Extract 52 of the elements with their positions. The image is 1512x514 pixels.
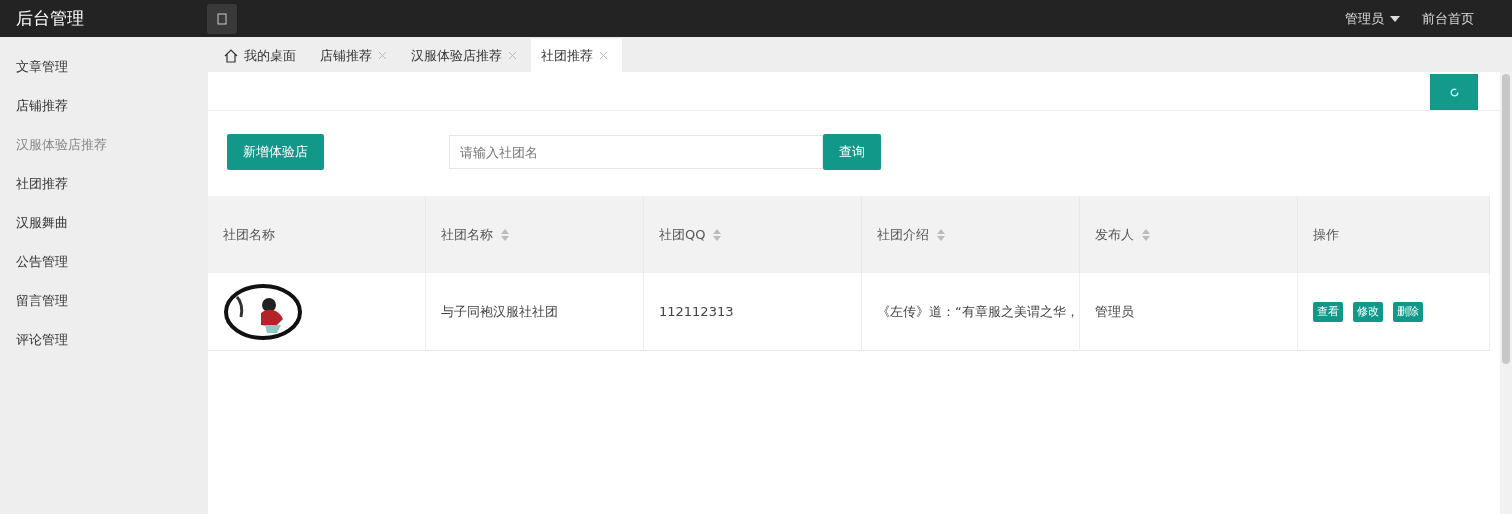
table-cell: 《左传》道：“有章服之美谓之华， — [862, 273, 1080, 351]
home-link[interactable]: 前台首页 — [1422, 9, 1474, 28]
close-icon[interactable] — [508, 51, 517, 60]
column-title: 操作 — [1313, 225, 1339, 244]
home-icon — [224, 48, 238, 63]
action-button[interactable]: 查看 — [1313, 301, 1343, 322]
sort-icon[interactable] — [1142, 228, 1150, 241]
tab[interactable]: 店铺推荐 — [310, 39, 401, 72]
sidebar-item[interactable]: 店铺推荐 — [0, 86, 208, 125]
sidebar-item[interactable]: 汉服舞曲 — [0, 203, 208, 242]
refresh-button[interactable] — [1430, 74, 1478, 110]
sidebar-item[interactable]: 公告管理 — [0, 242, 208, 281]
caret-icon — [1390, 15, 1400, 22]
refresh-icon — [1449, 87, 1459, 97]
tab-label: 社团推荐 — [541, 46, 593, 65]
sort-icon[interactable] — [501, 228, 509, 241]
sidebar-item[interactable]: 留言管理 — [0, 281, 208, 320]
search-field[interactable]: 请输入社团名 — [449, 135, 823, 169]
tab-label: 我的桌面 — [244, 46, 296, 65]
table-cell: 112112313 — [644, 273, 862, 351]
column-title: 社团名称 — [223, 225, 275, 244]
sidebar-item[interactable]: 评论管理 — [0, 320, 208, 359]
sidebar-item[interactable]: 社团推荐 — [0, 164, 208, 203]
sidebar-item[interactable]: 文章管理 — [0, 47, 208, 86]
action-button[interactable]: 修改 — [1353, 301, 1383, 322]
table-cell: 管理员 — [1080, 273, 1298, 351]
close-icon[interactable] — [599, 51, 608, 60]
column-header[interactable]: 社团介绍 — [862, 196, 1080, 273]
sort-icon[interactable] — [937, 228, 945, 241]
column-title: 社团QQ — [659, 225, 706, 244]
column-header[interactable]: 发布人 — [1080, 196, 1298, 273]
add-button[interactable]: 新增体验店 — [227, 134, 324, 170]
tab-label: 汉服体验店推荐 — [411, 46, 502, 65]
user-menu[interactable]: 管理员 — [1345, 9, 1400, 28]
sort-icon[interactable] — [713, 228, 722, 241]
tab-label: 店铺推荐 — [320, 46, 372, 65]
tab[interactable]: 我的桌面 — [214, 39, 310, 72]
column-title: 社团介绍 — [877, 225, 929, 244]
action-button[interactable]: 删除 — [1393, 301, 1423, 322]
table-cell: 与子同袍汉服社社团 — [426, 273, 644, 351]
column-header[interactable]: 社团名称 — [426, 196, 644, 273]
scrollbar[interactable] — [1500, 72, 1512, 514]
tab[interactable]: 社团推荐 — [531, 39, 622, 72]
close-icon[interactable] — [378, 51, 387, 60]
column-title: 发布人 — [1095, 225, 1134, 244]
app-title: 后台管理 — [16, 7, 85, 30]
menu-toggle-button[interactable] — [207, 3, 237, 34]
search-button[interactable]: 查询 — [823, 134, 881, 170]
tab[interactable]: 汉服体验店推荐 — [401, 39, 531, 72]
column-title: 社团名称 — [441, 225, 493, 244]
fold-icon — [217, 12, 227, 25]
column-header[interactable]: 社团QQ — [644, 196, 862, 273]
